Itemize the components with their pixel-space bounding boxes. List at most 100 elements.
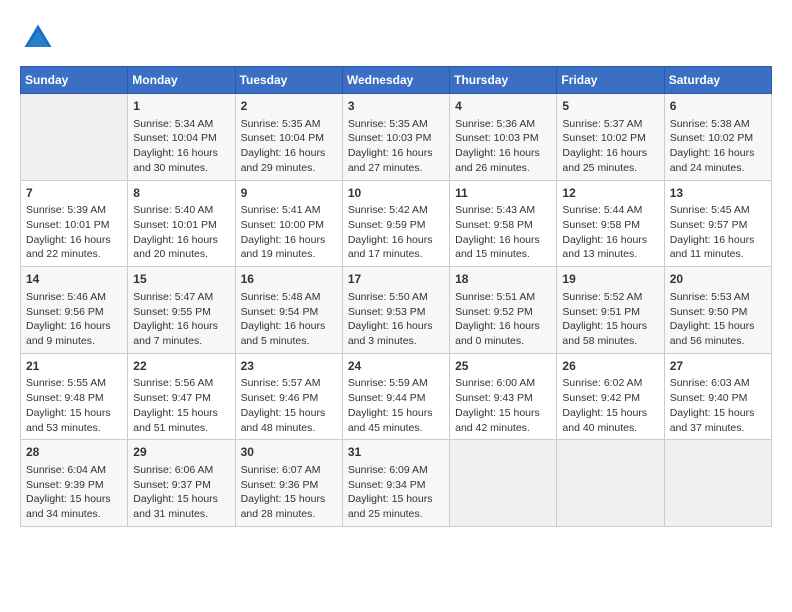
day-number: 20 — [670, 271, 766, 288]
day-info: Sunrise: 5:34 AM Sunset: 10:04 PM Daylig… — [133, 117, 229, 176]
day-number: 27 — [670, 358, 766, 375]
calendar-cell: 26Sunrise: 6:02 AM Sunset: 9:42 PM Dayli… — [557, 353, 664, 440]
calendar-cell: 20 Sunrise: 5:53 AM Sunset: 9:50 PM Dayli… — [664, 267, 771, 354]
calendar-cell: 21Sunrise: 5:55 AM Sunset: 9:48 PM Dayli… — [21, 353, 128, 440]
day-info: Sunrise: 5:50 AM Sunset: 9:53 PM Dayligh… — [348, 290, 444, 349]
calendar-cell: 7Sunrise: 5:39 AM Sunset: 10:01 PM Dayli… — [21, 180, 128, 267]
calendar-cell: 17 Sunrise: 5:50 AM Sunset: 9:53 PM Dayli… — [342, 267, 449, 354]
calendar-cell — [664, 440, 771, 527]
day-number: 21 — [26, 358, 122, 375]
calendar-cell: 6 Sunrise: 5:38 AM Sunset: 10:02 PM Dayli… — [664, 94, 771, 181]
day-info: Sunrise: 5:38 AM Sunset: 10:02 PM Daylig… — [670, 117, 766, 176]
logo-icon — [20, 20, 56, 56]
day-number: 2 — [241, 98, 337, 115]
day-info: Sunrise: 5:35 AM Sunset: 10:03 PM Daylig… — [348, 117, 444, 176]
day-info: Sunrise: 5:59 AM Sunset: 9:44 PM Dayligh… — [348, 376, 444, 435]
calendar-cell: 16 Sunrise: 5:48 AM Sunset: 9:54 PM Dayli… — [235, 267, 342, 354]
calendar-cell: 18Sunrise: 5:51 AM Sunset: 9:52 PM Dayli… — [450, 267, 557, 354]
day-number: 29 — [133, 444, 229, 461]
day-number: 30 — [241, 444, 337, 461]
day-info: Sunrise: 5:43 AM Sunset: 9:58 PM Dayligh… — [455, 203, 551, 262]
day-number: 15 — [133, 271, 229, 288]
calendar-table: SundayMondayTuesdayWednesdayThursdayFrid… — [20, 66, 772, 527]
day-info: Sunrise: 5:36 AM Sunset: 10:03 PM Daylig… — [455, 117, 551, 176]
day-number: 17 — [348, 271, 444, 288]
day-number: 23 — [241, 358, 337, 375]
calendar-cell: 30 Sunrise: 6:07 AM Sunset: 9:36 PM Dayli… — [235, 440, 342, 527]
calendar-cell: 8Sunrise: 5:40 AM Sunset: 10:01 PM Dayli… — [128, 180, 235, 267]
day-info: Sunrise: 5:35 AM Sunset: 10:04 PM Daylig… — [241, 117, 337, 176]
header-row: SundayMondayTuesdayWednesdayThursdayFrid… — [21, 67, 772, 94]
day-info: Sunrise: 6:06 AM Sunset: 9:37 PM Dayligh… — [133, 463, 229, 522]
calendar-cell: 1 Sunrise: 5:34 AM Sunset: 10:04 PM Dayli… — [128, 94, 235, 181]
day-info: Sunrise: 5:42 AM Sunset: 9:59 PM Dayligh… — [348, 203, 444, 262]
day-number: 6 — [670, 98, 766, 115]
day-info: Sunrise: 6:02 AM Sunset: 9:42 PM Dayligh… — [562, 376, 658, 435]
calendar-cell: 13Sunrise: 5:45 AM Sunset: 9:57 PM Dayli… — [664, 180, 771, 267]
day-number: 5 — [562, 98, 658, 115]
week-row: 28Sunrise: 6:04 AM Sunset: 9:39 PM Dayli… — [21, 440, 772, 527]
day-number: 24 — [348, 358, 444, 375]
day-info: Sunrise: 5:57 AM Sunset: 9:46 PM Dayligh… — [241, 376, 337, 435]
day-info: Sunrise: 5:47 AM Sunset: 9:55 PM Dayligh… — [133, 290, 229, 349]
week-row: 14Sunrise: 5:46 AM Sunset: 9:56 PM Dayli… — [21, 267, 772, 354]
week-row: 1 Sunrise: 5:34 AM Sunset: 10:04 PM Dayli… — [21, 94, 772, 181]
day-info: Sunrise: 5:37 AM Sunset: 10:02 PM Daylig… — [562, 117, 658, 176]
day-number: 28 — [26, 444, 122, 461]
calendar-cell: 27Sunrise: 6:03 AM Sunset: 9:40 PM Dayli… — [664, 353, 771, 440]
calendar-cell: 2 Sunrise: 5:35 AM Sunset: 10:04 PM Dayli… — [235, 94, 342, 181]
day-info: Sunrise: 6:07 AM Sunset: 9:36 PM Dayligh… — [241, 463, 337, 522]
day-info: Sunrise: 6:00 AM Sunset: 9:43 PM Dayligh… — [455, 376, 551, 435]
calendar-cell — [557, 440, 664, 527]
calendar-cell: 28Sunrise: 6:04 AM Sunset: 9:39 PM Dayli… — [21, 440, 128, 527]
day-info: Sunrise: 5:52 AM Sunset: 9:51 PM Dayligh… — [562, 290, 658, 349]
day-number: 18 — [455, 271, 551, 288]
day-info: Sunrise: 5:55 AM Sunset: 9:48 PM Dayligh… — [26, 376, 122, 435]
day-info: Sunrise: 5:39 AM Sunset: 10:01 PM Daylig… — [26, 203, 122, 262]
day-number: 7 — [26, 185, 122, 202]
calendar-cell — [450, 440, 557, 527]
day-number: 12 — [562, 185, 658, 202]
day-info: Sunrise: 6:09 AM Sunset: 9:34 PM Dayligh… — [348, 463, 444, 522]
day-number: 25 — [455, 358, 551, 375]
day-info: Sunrise: 5:45 AM Sunset: 9:57 PM Dayligh… — [670, 203, 766, 262]
day-number: 19 — [562, 271, 658, 288]
calendar-cell: 10Sunrise: 5:42 AM Sunset: 9:59 PM Dayli… — [342, 180, 449, 267]
day-header-friday: Friday — [557, 67, 664, 94]
calendar-cell: 22Sunrise: 5:56 AM Sunset: 9:47 PM Dayli… — [128, 353, 235, 440]
day-number: 13 — [670, 185, 766, 202]
day-number: 1 — [133, 98, 229, 115]
calendar-cell: 11Sunrise: 5:43 AM Sunset: 9:58 PM Dayli… — [450, 180, 557, 267]
page-header — [20, 20, 772, 56]
day-info: Sunrise: 6:03 AM Sunset: 9:40 PM Dayligh… — [670, 376, 766, 435]
day-header-wednesday: Wednesday — [342, 67, 449, 94]
calendar-cell: 12Sunrise: 5:44 AM Sunset: 9:58 PM Dayli… — [557, 180, 664, 267]
day-number: 9 — [241, 185, 337, 202]
day-number: 4 — [455, 98, 551, 115]
calendar-cell: 24Sunrise: 5:59 AM Sunset: 9:44 PM Dayli… — [342, 353, 449, 440]
day-header-saturday: Saturday — [664, 67, 771, 94]
calendar-cell: 23Sunrise: 5:57 AM Sunset: 9:46 PM Dayli… — [235, 353, 342, 440]
calendar-cell: 14Sunrise: 5:46 AM Sunset: 9:56 PM Dayli… — [21, 267, 128, 354]
calendar-cell: 31 Sunrise: 6:09 AM Sunset: 9:34 PM Dayli… — [342, 440, 449, 527]
week-row: 21Sunrise: 5:55 AM Sunset: 9:48 PM Dayli… — [21, 353, 772, 440]
day-info: Sunrise: 5:40 AM Sunset: 10:01 PM Daylig… — [133, 203, 229, 262]
day-number: 14 — [26, 271, 122, 288]
calendar-cell: 29 Sunrise: 6:06 AM Sunset: 9:37 PM Dayli… — [128, 440, 235, 527]
day-header-monday: Monday — [128, 67, 235, 94]
day-info: Sunrise: 5:41 AM Sunset: 10:00 PM Daylig… — [241, 203, 337, 262]
day-info: Sunrise: 5:53 AM Sunset: 9:50 PM Dayligh… — [670, 290, 766, 349]
day-number: 31 — [348, 444, 444, 461]
calendar-cell — [21, 94, 128, 181]
calendar-cell: 3Sunrise: 5:35 AM Sunset: 10:03 PM Dayli… — [342, 94, 449, 181]
day-number: 8 — [133, 185, 229, 202]
day-number: 26 — [562, 358, 658, 375]
day-header-thursday: Thursday — [450, 67, 557, 94]
day-number: 16 — [241, 271, 337, 288]
logo — [20, 20, 60, 56]
day-number: 10 — [348, 185, 444, 202]
day-header-tuesday: Tuesday — [235, 67, 342, 94]
week-row: 7Sunrise: 5:39 AM Sunset: 10:01 PM Dayli… — [21, 180, 772, 267]
calendar-cell: 5 Sunrise: 5:37 AM Sunset: 10:02 PM Dayli… — [557, 94, 664, 181]
day-info: Sunrise: 5:48 AM Sunset: 9:54 PM Dayligh… — [241, 290, 337, 349]
